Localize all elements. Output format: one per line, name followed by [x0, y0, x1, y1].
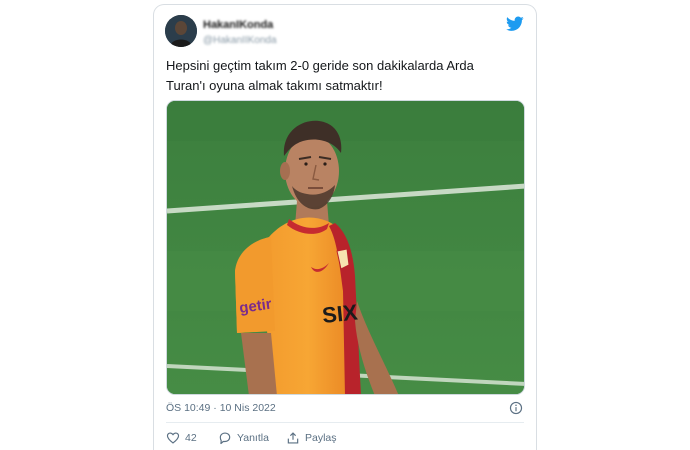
info-icon[interactable] — [509, 401, 523, 415]
tweet-text-line: Hepsini geçtim takım 2-0 geride son daki… — [166, 58, 474, 73]
avatar[interactable] — [165, 15, 197, 47]
display-name[interactable]: HakanIKonda — [203, 19, 273, 31]
chest-sponsor-text: SIX — [321, 299, 359, 328]
heart-icon — [166, 432, 180, 444]
like-button[interactable]: 42 — [166, 430, 197, 446]
tweet-card: HakanIKonda @HakanIIKonda Hepsini geçtim… — [153, 4, 537, 450]
divider — [166, 422, 524, 423]
tweet-timestamp[interactable]: ÖS 10:49 · 10 Nis 2022 — [166, 402, 276, 414]
reply-label: Yanıtla — [237, 432, 269, 444]
twitter-bird-icon[interactable] — [506, 16, 524, 32]
tweet-text-line: Turan'ı oyuna almak takımı satmaktır! — [166, 77, 383, 93]
share-button[interactable]: Paylaş — [286, 430, 337, 446]
avatar-photo — [165, 15, 197, 47]
share-icon — [287, 432, 299, 444]
tweet-text: Hepsini geçtim takım 2-0 geride son daki… — [166, 56, 526, 95]
user-handle[interactable]: @HakanIIKonda — [203, 35, 277, 46]
share-label: Paylaş — [305, 432, 337, 444]
reply-button[interactable]: Yanıtla — [218, 430, 269, 446]
reply-icon — [219, 432, 231, 445]
footballer-photo: getir SIX — [167, 101, 524, 394]
like-count: 42 — [185, 432, 197, 444]
tweet-media-image[interactable]: getir SIX — [166, 100, 525, 395]
